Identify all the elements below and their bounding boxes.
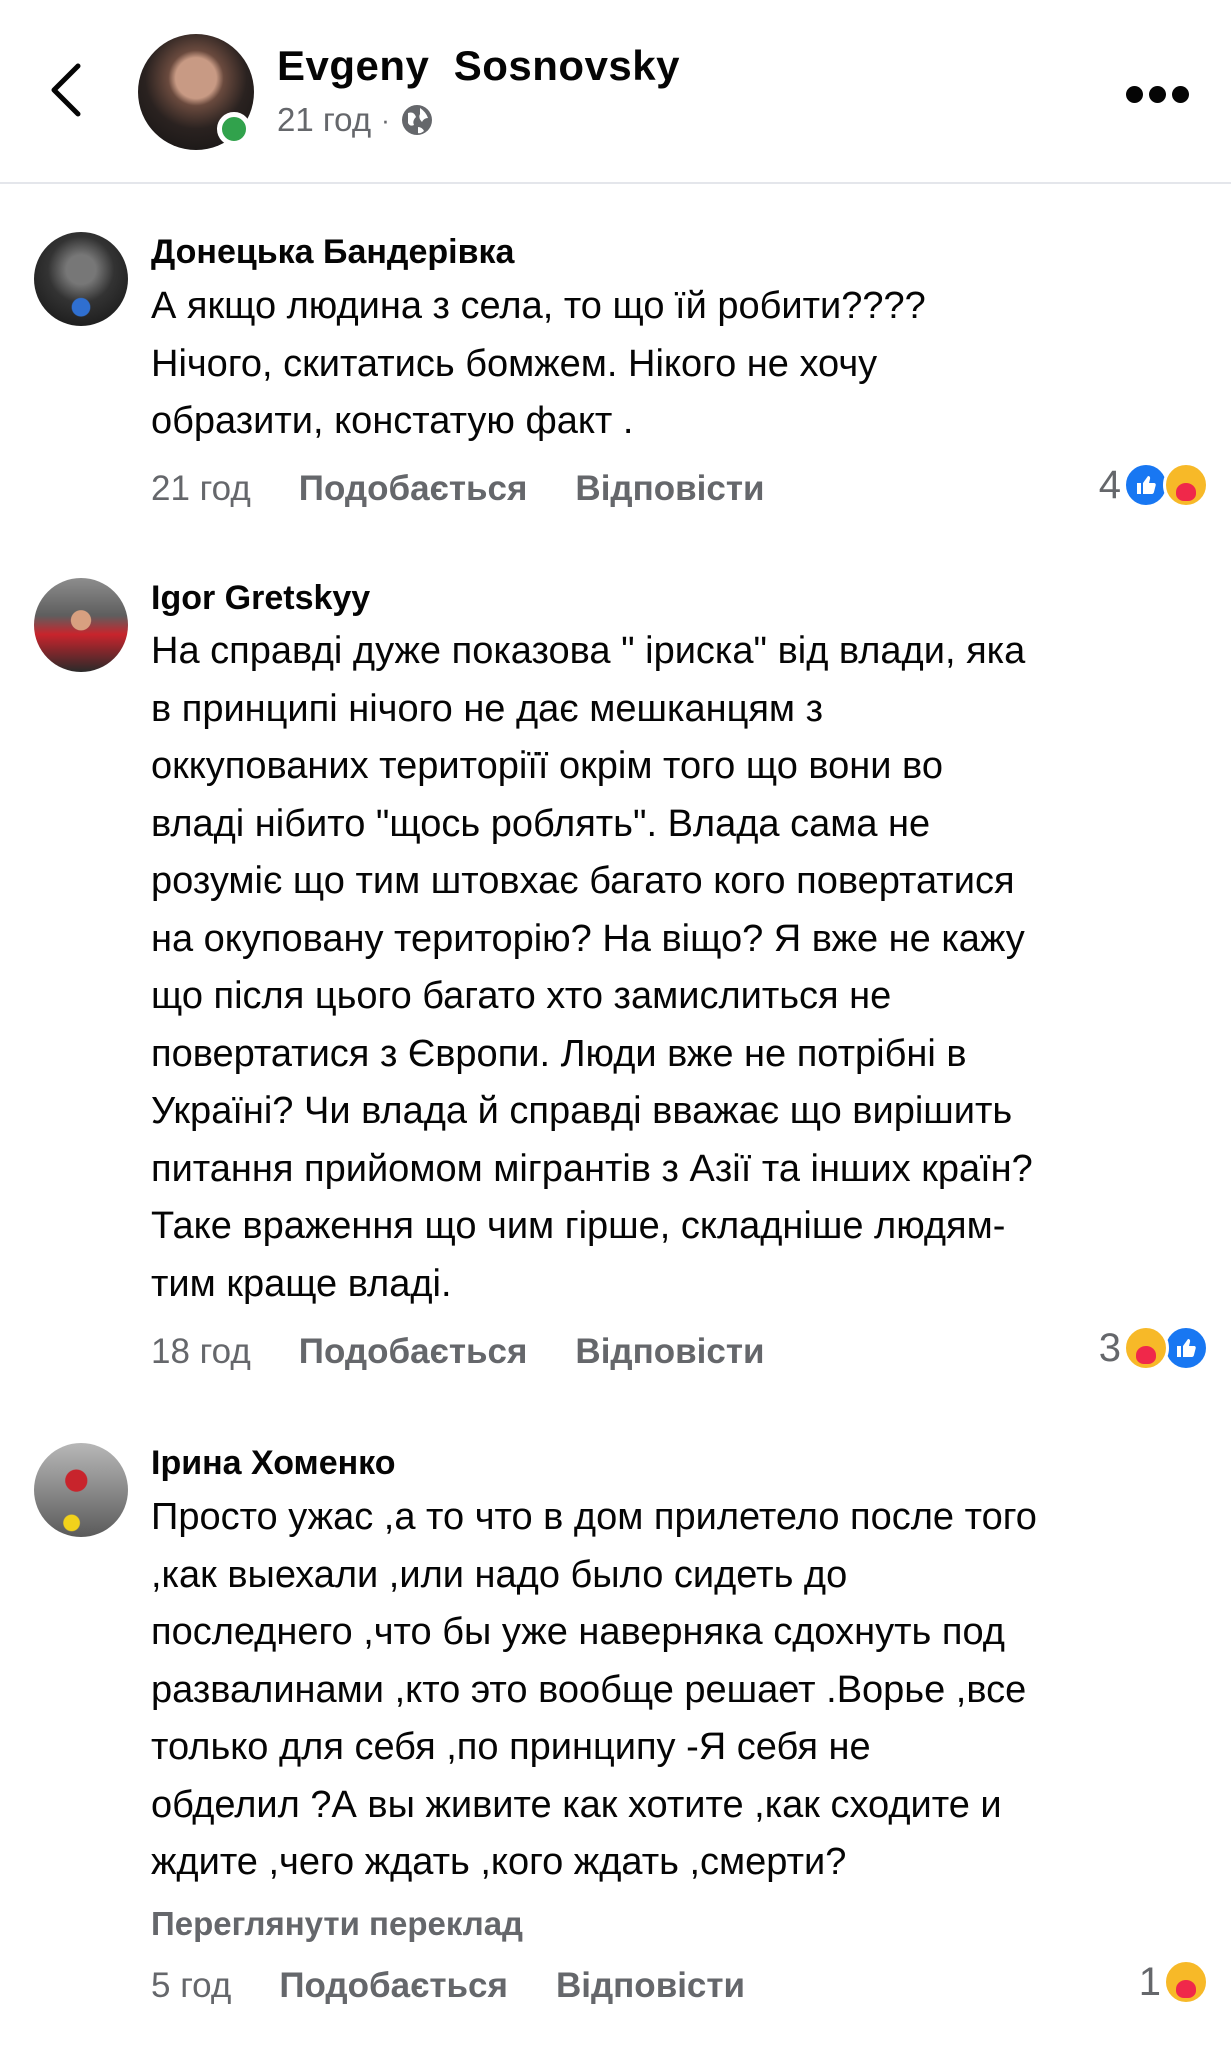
comment-line: Таке враження що чим гірше, складніше лю…	[151, 1205, 1006, 1247]
more-options-icon[interactable]	[1126, 86, 1190, 106]
comment-text: На справді дуже показова " іриска" від в…	[151, 623, 1211, 1313]
comment-line: образити, констатую факт .	[151, 400, 634, 442]
reaction-summary[interactable]: 1	[1139, 1959, 1209, 2005]
online-status-dot	[217, 112, 251, 146]
comment-line: Україні? Чи влада й справді вважає що ви…	[151, 1090, 1013, 1132]
comment-line: А якщо людина з села, то що їй робити???…	[151, 285, 926, 327]
comment-actions: 18 год Подобається Відповісти	[151, 1332, 813, 1372]
comment-line: только для себя ,по принципу -Я себя не	[151, 1726, 871, 1768]
comment-line: последнего ,что бы уже наверняка сдохнут…	[151, 1611, 1005, 1653]
commenter-name[interactable]: Igor Gretskyy	[151, 579, 370, 618]
care-icon	[1123, 1325, 1169, 1371]
comment-line: питання прийомом мігрантів з Азії та інш…	[151, 1147, 1033, 1190]
comment-text: Просто ужас ,а то что в дом прилетело по…	[151, 1489, 1211, 1892]
post-time[interactable]: 21 год	[277, 101, 371, 139]
care-icon	[1163, 1959, 1209, 2005]
comment-line: на окуповану територію? На віщо? Я вже н…	[151, 917, 1025, 960]
post-header: Evgeny Sosnovsky 21 год ·	[0, 0, 1231, 184]
like-button[interactable]: Подобається	[279, 1966, 508, 2006]
comment-line: ждите ,чего ждать ,кого ждать ,смерти?	[151, 1841, 847, 1883]
globe-icon	[401, 105, 432, 135]
reaction-summary[interactable]: 4	[1099, 462, 1209, 508]
commenter-avatar[interactable]	[34, 1443, 128, 1537]
comment-time[interactable]: 5 год	[151, 1966, 231, 2006]
comment-line: повертатися з Європи. Люди вже не потріб…	[151, 1032, 967, 1075]
comment-line: Просто ужас ,а то что в дом прилетело по…	[151, 1496, 1037, 1538]
commenter-name[interactable]: Донецька Бандерівка	[151, 233, 514, 272]
meta-separator: ·	[381, 104, 390, 135]
like-button[interactable]: Подобається	[299, 1332, 528, 1372]
comment-actions: 5 год Подобається Відповісти	[151, 1966, 793, 2006]
post-meta: 21 год ·	[277, 101, 434, 139]
back-arrow-icon[interactable]	[46, 60, 86, 120]
comment-line: розуміє що тим штовхає багато кого повер…	[151, 860, 1015, 902]
author-name[interactable]: Evgeny Sosnovsky	[277, 42, 680, 90]
commenter-name[interactable]: Ірина Хоменко	[151, 1444, 396, 1483]
comment-text: А якщо людина з села, то що їй робити???…	[151, 278, 1211, 451]
reply-button[interactable]: Відповісти	[556, 1966, 745, 2006]
comment-line: владі нібито "щось роблять". Влада сама …	[151, 802, 931, 845]
comment-line: На справді дуже показова " іриска" від в…	[151, 630, 1026, 672]
comment-line: развалинами ,кто это вообще решает .Ворь…	[151, 1668, 1027, 1711]
comment-line: тим краще владі.	[151, 1262, 452, 1305]
comment-actions: 21 год Подобається Відповісти	[151, 469, 813, 509]
comment-time[interactable]: 21 год	[151, 469, 251, 509]
commenter-avatar[interactable]	[34, 578, 128, 672]
reaction-summary[interactable]: 3	[1099, 1325, 1209, 1371]
reaction-count: 1	[1138, 1959, 1161, 2004]
reaction-count: 4	[1098, 462, 1121, 507]
see-translation-link[interactable]: Переглянути переклад	[151, 1905, 523, 1943]
commenter-avatar[interactable]	[34, 232, 128, 326]
comment-line: в принципі нічого не дає мешканцям з	[151, 687, 824, 730]
reply-button[interactable]: Відповісти	[575, 1332, 764, 1372]
comment-line: що після цього багато хто замислиться не	[151, 975, 892, 1017]
comment-line: Нічого, скитатись бомжем. Нікого не хочу	[151, 342, 878, 385]
care-icon	[1163, 462, 1209, 508]
like-button[interactable]: Подобається	[299, 469, 528, 509]
reply-button[interactable]: Відповісти	[575, 469, 764, 509]
comment-line: обделил ?А вы живите как хотите ,как схо…	[151, 1783, 1002, 1826]
comment-line: оккупованих територіїї окрім того що вон…	[151, 745, 943, 787]
reaction-count: 3	[1098, 1325, 1121, 1370]
comment-line: ,как выехали ,или надо было сидеть до	[151, 1553, 848, 1596]
comment-time[interactable]: 18 год	[151, 1332, 251, 1372]
like-icon	[1163, 1325, 1209, 1371]
